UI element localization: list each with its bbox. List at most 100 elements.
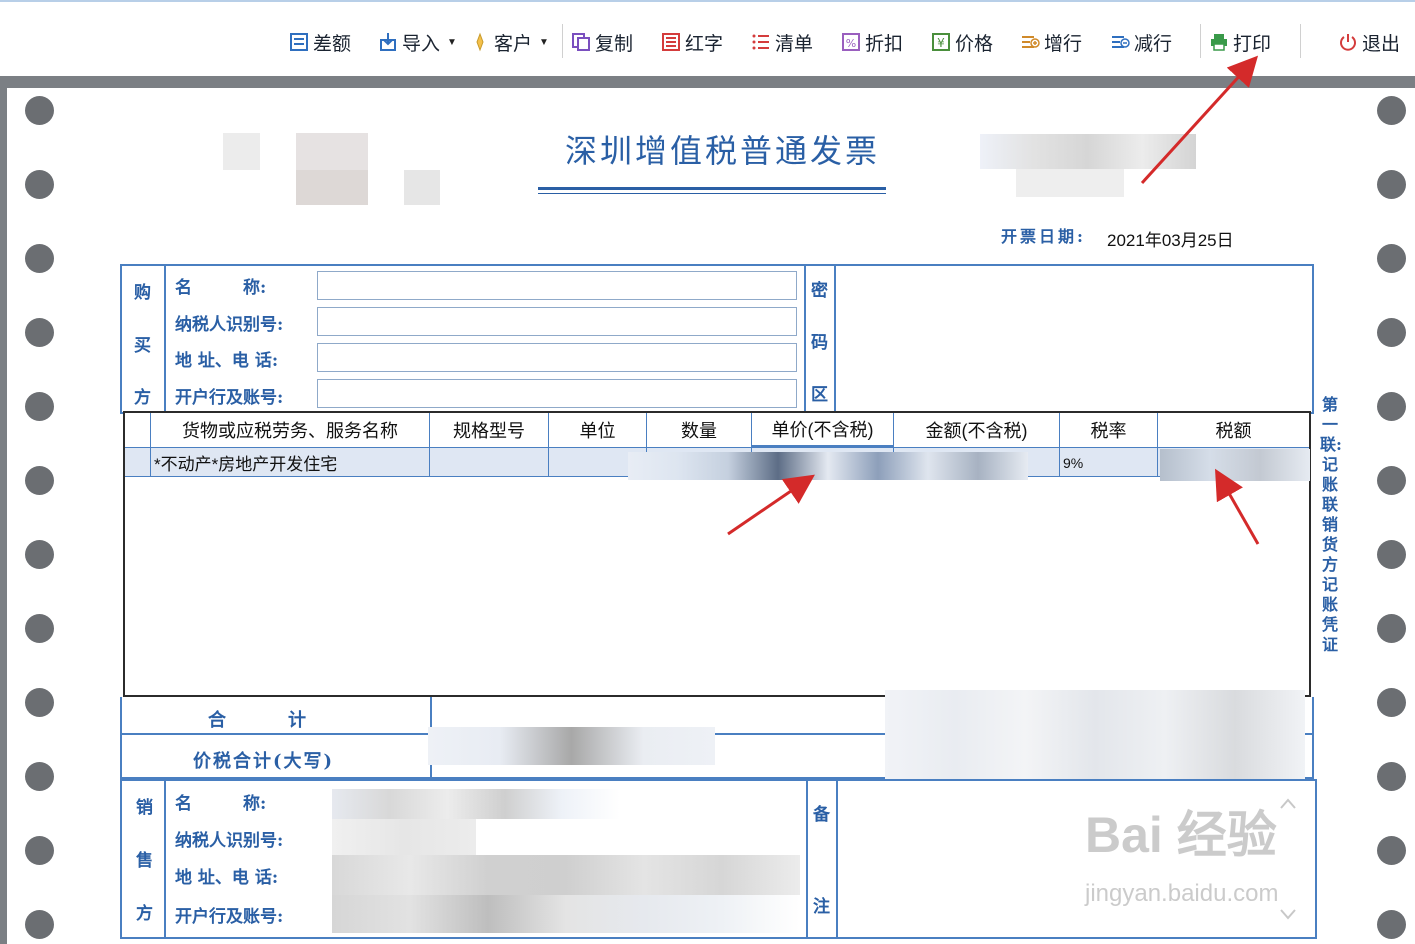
redacted-values bbox=[332, 895, 800, 933]
customer-icon bbox=[470, 32, 490, 52]
toolbar-label: 导入 bbox=[402, 33, 441, 55]
tractor-hole bbox=[1377, 318, 1406, 347]
checklist-icon bbox=[751, 32, 771, 52]
redacted-values bbox=[428, 727, 715, 765]
tractor-hole bbox=[1377, 614, 1406, 643]
tractor-hole bbox=[1377, 170, 1406, 199]
price-icon: ¥ bbox=[931, 32, 951, 52]
toolbar-label: 复制 bbox=[595, 33, 634, 55]
svg-text:%: % bbox=[846, 37, 856, 50]
window-left-edge bbox=[0, 88, 7, 944]
seller-side-label: 方 bbox=[136, 904, 153, 924]
toolbar-separator bbox=[562, 24, 563, 58]
buyer-bank-field[interactable] bbox=[317, 379, 797, 408]
table-header: 货物或应税劳务、服务名称 bbox=[151, 413, 430, 448]
tractor-hole bbox=[1377, 392, 1406, 421]
tractor-hole bbox=[1377, 244, 1406, 273]
buyer-side-label: 方 bbox=[134, 388, 151, 408]
toolbar-button-red-invoice[interactable]: 红字 bbox=[661, 28, 723, 56]
redacted-block bbox=[980, 134, 1196, 169]
toolbar-label: 退出 bbox=[1362, 33, 1401, 55]
tractor-hole bbox=[25, 170, 54, 199]
toolbar-button-diff[interactable]: 差额 bbox=[289, 28, 351, 56]
password-zone-label: 密 bbox=[811, 281, 828, 301]
baidu-watermark: Bai 经验 bbox=[1085, 807, 1277, 863]
toolbar-label: 红字 bbox=[685, 33, 724, 55]
redacted-block bbox=[404, 170, 440, 205]
toolbar-button-add-row[interactable]: 增行 bbox=[1020, 28, 1082, 56]
title-underline bbox=[538, 193, 886, 194]
tractor-hole bbox=[25, 614, 54, 643]
seller-side-label: 销 bbox=[136, 798, 153, 818]
redacted-block bbox=[223, 133, 260, 170]
buyer-address-field[interactable] bbox=[317, 343, 797, 372]
redacted-block bbox=[296, 133, 368, 170]
seller-name-label: 名 称: bbox=[175, 794, 267, 814]
toolbar-label: 客户 bbox=[494, 33, 533, 55]
table-header: 税率 bbox=[1060, 413, 1158, 448]
table-header: 金额(不含税) bbox=[894, 413, 1060, 448]
title-underline bbox=[538, 187, 886, 190]
chevron-down-icon: ▼ bbox=[447, 36, 457, 48]
print-icon bbox=[1209, 32, 1229, 52]
row-index-cell bbox=[125, 448, 151, 477]
toolbar-button-remove-row[interactable]: 减行 bbox=[1110, 28, 1172, 56]
tractor-hole bbox=[25, 836, 54, 865]
seller-bank-label: 开户行及账号: bbox=[175, 907, 284, 927]
toolbar-button-checklist[interactable]: 清单 bbox=[751, 28, 813, 56]
table-header: 单价(不含税) bbox=[752, 413, 894, 448]
tractor-hole bbox=[1377, 540, 1406, 569]
buyer-name-label: 名 称: bbox=[175, 278, 267, 298]
table-header: 税额 bbox=[1158, 413, 1309, 448]
divider bbox=[836, 779, 838, 939]
tractor-hole bbox=[25, 540, 54, 569]
tractor-hole bbox=[1377, 836, 1406, 865]
buyer-taxid-field[interactable] bbox=[317, 307, 797, 336]
toolbar-label: 价格 bbox=[955, 33, 994, 55]
buyer-side-label: 购 bbox=[134, 283, 151, 303]
divider bbox=[834, 264, 836, 414]
toolbar-button-print[interactable]: 打印 bbox=[1209, 28, 1271, 56]
toolbar-button-customer[interactable]: 客户 ▼ bbox=[470, 28, 549, 56]
tractor-hole bbox=[25, 466, 54, 495]
buyer-side-label: 买 bbox=[134, 336, 151, 356]
toolbar-button-price[interactable]: ¥ 价格 bbox=[931, 28, 993, 56]
tax-rate-cell[interactable]: 9% bbox=[1060, 448, 1158, 477]
power-icon bbox=[1338, 32, 1358, 52]
tractor-hole bbox=[25, 244, 54, 273]
password-zone-label: 区 bbox=[811, 385, 828, 405]
tractor-hole bbox=[25, 392, 54, 421]
buyer-taxid-label: 纳税人识别号: bbox=[175, 315, 284, 335]
remove-row-icon bbox=[1110, 32, 1130, 52]
date-label: 开票日期: bbox=[1001, 227, 1086, 246]
spec-cell[interactable] bbox=[430, 448, 549, 477]
buyer-name-field[interactable] bbox=[317, 271, 797, 300]
red-invoice-icon bbox=[661, 32, 681, 52]
item-name-cell[interactable]: *不动产*房地产开发住宅 bbox=[151, 448, 430, 477]
chevron-down-icon: ▼ bbox=[539, 36, 549, 48]
divider bbox=[804, 264, 806, 414]
redacted-block bbox=[296, 170, 368, 205]
redacted-values bbox=[885, 690, 1305, 780]
divider bbox=[806, 779, 808, 939]
divider bbox=[164, 264, 166, 414]
toolbar-label: 增行 bbox=[1044, 33, 1083, 55]
discount-icon: % bbox=[841, 32, 861, 52]
seller-side-label: 售 bbox=[136, 851, 153, 871]
toolbar-button-copy[interactable]: 复制 bbox=[571, 28, 633, 56]
tractor-hole bbox=[25, 318, 54, 347]
toolbar-label: 减行 bbox=[1134, 33, 1173, 55]
toolbar: 差额 导入 ▼ 客户 ▼ 复制 红字 清单 % 折扣 ¥ 价格 增行 减行 打印… bbox=[0, 2, 1415, 76]
remarks-scrollbar[interactable] bbox=[1272, 790, 1304, 930]
total-label: 合 计 bbox=[208, 710, 308, 731]
toolbar-label: 差额 bbox=[313, 33, 352, 55]
tractor-hole bbox=[25, 96, 54, 125]
remarks-label: 备 bbox=[813, 805, 830, 825]
toolbar-button-exit[interactable]: 退出 bbox=[1338, 28, 1400, 56]
toolbar-button-import[interactable]: 导入 ▼ bbox=[378, 28, 457, 56]
toolbar-button-discount[interactable]: % 折扣 bbox=[841, 28, 903, 56]
toolbar-label: 折扣 bbox=[865, 33, 904, 55]
redacted-block bbox=[1016, 169, 1124, 197]
table-header: 单位 bbox=[549, 413, 647, 448]
redacted-values bbox=[332, 789, 620, 819]
